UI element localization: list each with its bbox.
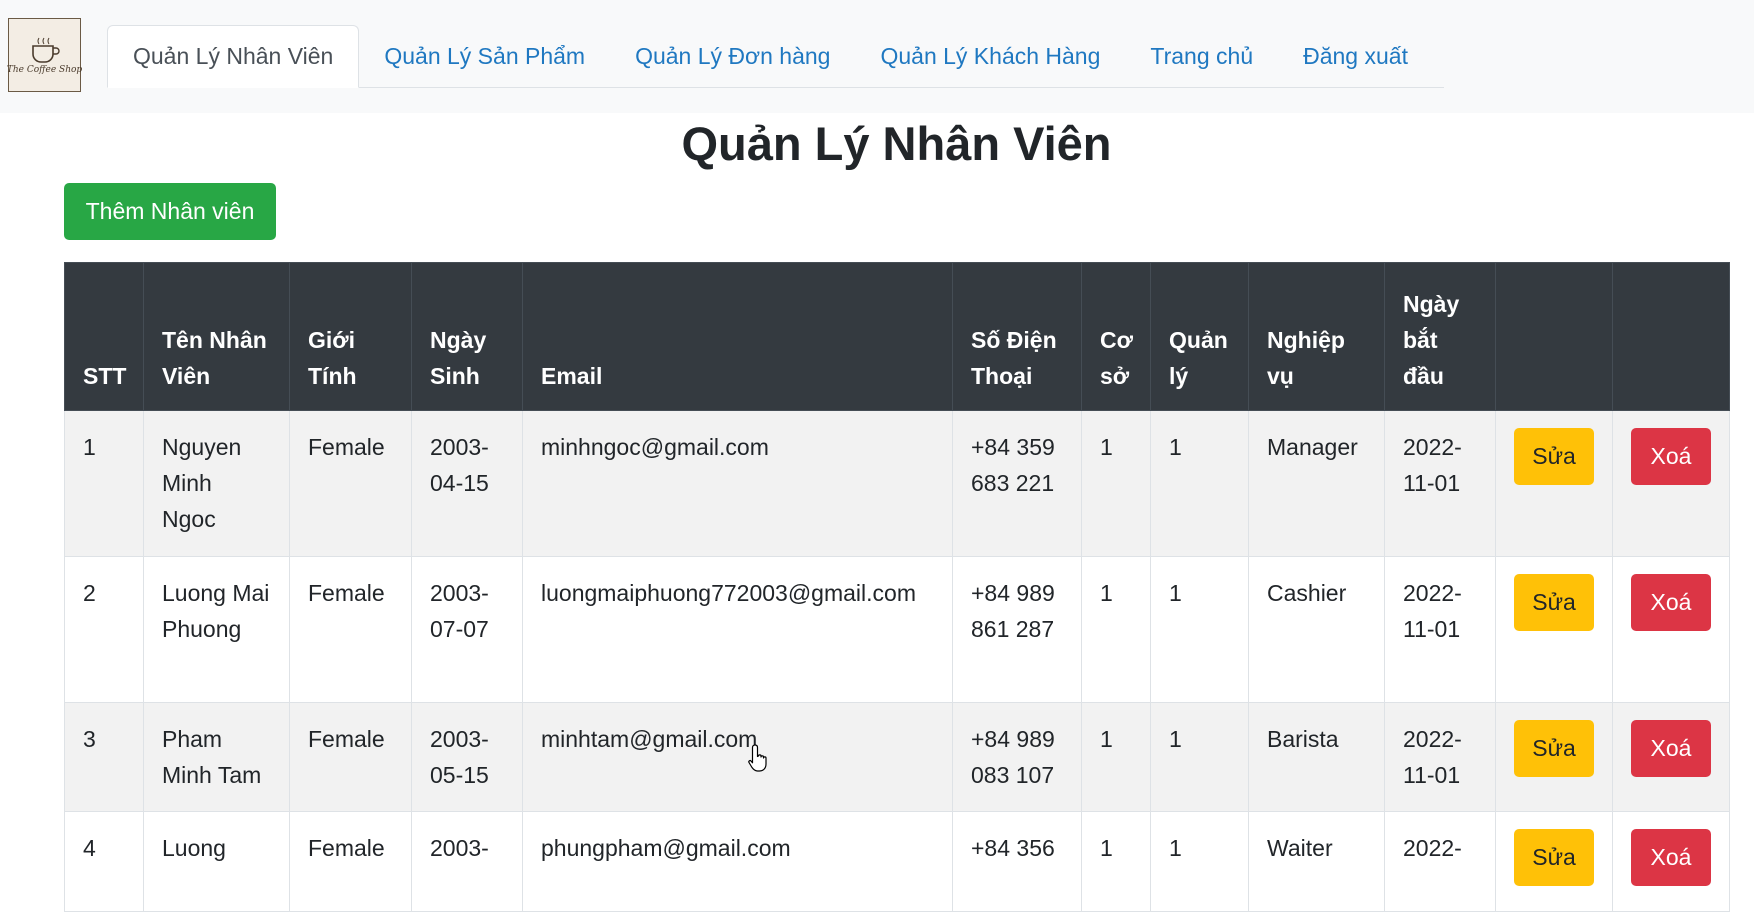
tab-logout[interactable]: Đăng xuất [1278, 25, 1433, 87]
cell-delete: Xoá [1612, 410, 1730, 557]
header-delete [1612, 262, 1730, 411]
cell-dob: 2003-04-15 [411, 410, 523, 557]
cell-email: luongmaiphuong772003@gmail.com [522, 556, 953, 703]
logo-text: The Coffee Shop [6, 64, 83, 75]
cell-name: Nguyen Minh Ngoc [143, 410, 290, 557]
cell-delete: Xoá [1612, 556, 1730, 703]
employee-table: STT Tên Nhân Viên Giới Tính Ngày Sinh Em… [64, 262, 1730, 912]
cell-gender: Female [289, 556, 412, 703]
cell-branch: 1 [1081, 811, 1151, 912]
cell-email: phungpham@gmail.com [522, 811, 953, 912]
cell-stt: 1 [64, 410, 144, 557]
cell-phone: +84 356 [952, 811, 1082, 912]
table-header-row: STT Tên Nhân Viên Giới Tính Ngày Sinh Em… [64, 262, 1730, 411]
header-branch: Cơ sở [1081, 262, 1151, 411]
edit-button[interactable]: Sửa [1514, 829, 1594, 886]
cell-edit: Sửa [1495, 410, 1613, 557]
cell-email: minhngoc@gmail.com [522, 410, 953, 557]
delete-button[interactable]: Xoá [1631, 574, 1711, 631]
cell-branch: 1 [1081, 702, 1151, 812]
cell-dob: 2003-05-15 [411, 702, 523, 812]
cell-edit: Sửa [1495, 702, 1613, 812]
cell-manager: 1 [1150, 811, 1249, 912]
header-stt: STT [64, 262, 144, 411]
tab-home[interactable]: Trang chủ [1125, 25, 1278, 87]
cell-name: Luong [143, 811, 290, 912]
cell-role: Waiter [1248, 811, 1385, 912]
delete-button[interactable]: Xoá [1631, 829, 1711, 886]
table-row: 2 Luong Mai Phuong Female 2003-07-07 luo… [64, 556, 1730, 703]
edit-button[interactable]: Sửa [1514, 720, 1594, 777]
tab-product-management[interactable]: Quản Lý Sản Phẩm [359, 25, 610, 87]
cell-start-date: 2022-11-01 [1384, 410, 1496, 557]
header-phone: Số Điện Thoại [952, 262, 1082, 411]
edit-button[interactable]: Sửa [1514, 428, 1594, 485]
cell-branch: 1 [1081, 556, 1151, 703]
cell-dob: 2003- [411, 811, 523, 912]
header-dob: Ngày Sinh [411, 262, 523, 411]
coffee-shop-logo[interactable]: The Coffee Shop [6, 18, 83, 92]
cell-stt: 3 [64, 702, 144, 812]
header-start-date: Ngày bắt đầu [1384, 262, 1496, 411]
main-nav-tabs: Quản Lý Nhân Viên Quản Lý Sản Phẩm Quản … [107, 25, 1444, 88]
cell-name: Luong Mai Phuong [143, 556, 290, 703]
cell-phone: +84 989 083 107 [952, 702, 1082, 812]
cell-stt: 4 [64, 811, 144, 912]
cell-phone: +84 359 683 221 [952, 410, 1082, 557]
employee-table-container: STT Tên Nhân Viên Giới Tính Ngày Sinh Em… [64, 262, 1730, 912]
delete-button[interactable]: Xoá [1631, 428, 1711, 485]
header-role: Nghiệp vụ [1248, 262, 1385, 411]
hand-pointer-cursor-icon [748, 744, 767, 772]
coffee-cup-icon [31, 37, 60, 63]
cell-gender: Female [289, 811, 412, 912]
cell-manager: 1 [1150, 410, 1249, 557]
cell-gender: Female [289, 702, 412, 812]
cell-stt: 2 [64, 556, 144, 703]
header-manager: Quản lý [1150, 262, 1249, 411]
top-navbar: The Coffee Shop Quản Lý Nhân Viên Quản L… [0, 0, 1754, 113]
cell-start-date: 2022- [1384, 811, 1496, 912]
cell-start-date: 2022-11-01 [1384, 556, 1496, 703]
cell-manager: 1 [1150, 702, 1249, 812]
cell-phone: +84 989 861 287 [952, 556, 1082, 703]
cell-email: minhtam@gmail.com [522, 702, 953, 812]
header-gender: Giới Tính [289, 262, 412, 411]
cell-role: Manager [1248, 410, 1385, 557]
header-name: Tên Nhân Viên [143, 262, 290, 411]
header-edit [1495, 262, 1613, 411]
tab-order-management[interactable]: Quản Lý Đơn hàng [610, 25, 855, 87]
cell-gender: Female [289, 410, 412, 557]
cell-branch: 1 [1081, 410, 1151, 557]
cell-delete: Xoá [1612, 702, 1730, 812]
add-employee-button[interactable]: Thêm Nhân viên [64, 183, 276, 240]
cell-name: Pham Minh Tam [143, 702, 290, 812]
table-row: 3 Pham Minh Tam Female 2003-05-15 minhta… [64, 702, 1730, 812]
edit-button[interactable]: Sửa [1514, 574, 1594, 631]
tab-customer-management[interactable]: Quản Lý Khách Hàng [855, 25, 1125, 87]
cell-edit: Sửa [1495, 556, 1613, 703]
page-title: Quản Lý Nhân Viên [681, 117, 1112, 170]
cell-manager: 1 [1150, 556, 1249, 703]
cell-role: Cashier [1248, 556, 1385, 703]
table-row: 1 Nguyen Minh Ngoc Female 2003-04-15 min… [64, 410, 1730, 557]
cell-start-date: 2022-11-01 [1384, 702, 1496, 812]
tab-employee-management[interactable]: Quản Lý Nhân Viên [107, 25, 360, 88]
cell-delete: Xoá [1612, 811, 1730, 912]
table-row: 4 Luong Female 2003- phungpham@gmail.com… [64, 811, 1730, 912]
cell-dob: 2003-07-07 [411, 556, 523, 703]
cell-edit: Sửa [1495, 811, 1613, 912]
header-email: Email [522, 262, 953, 411]
delete-button[interactable]: Xoá [1631, 720, 1711, 777]
cell-role: Barista [1248, 702, 1385, 812]
